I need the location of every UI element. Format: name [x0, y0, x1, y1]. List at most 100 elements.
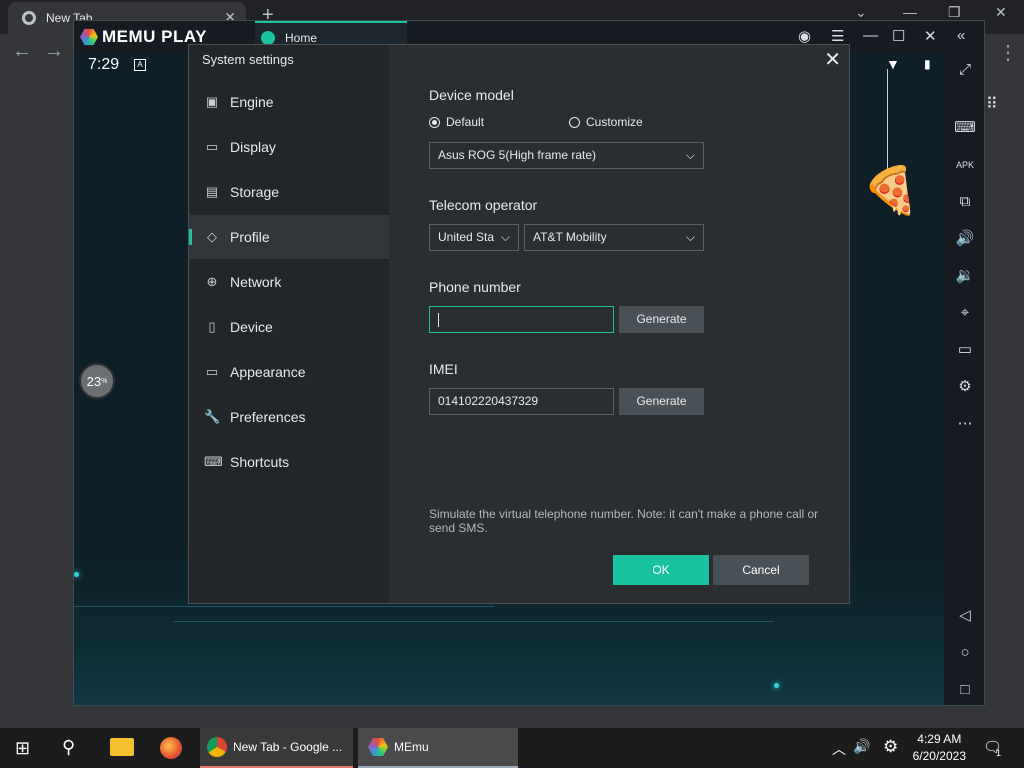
taskbar-memu-label: MEmu [394, 740, 429, 754]
apk-icon[interactable]: APK [954, 154, 976, 176]
disk-icon: ▤ [205, 184, 219, 199]
apps-grid-icon[interactable]: ⠿ [986, 94, 998, 114]
menu-label: Network [230, 274, 282, 290]
settings-menu-engine[interactable]: ▣ Engine [189, 80, 389, 124]
chevron-down-icon[interactable]: ⌄ [855, 4, 867, 21]
wallpaper-dot [774, 683, 779, 688]
dialog-title: System settings [202, 52, 294, 67]
keyboard-icon[interactable]: ⌨ [954, 117, 976, 139]
memu-logo-icon [80, 28, 98, 46]
radio-customize[interactable]: Customize [569, 115, 643, 129]
ok-button[interactable]: OK [613, 555, 709, 585]
chrome-icon [207, 737, 227, 757]
home-nav-icon[interactable]: ○ [954, 642, 976, 664]
radio-customize-label: Customize [586, 115, 643, 129]
globe-icon: ⊕ [206, 274, 218, 289]
text-cursor [438, 312, 439, 327]
chevron-down-icon: ⌵ [500, 230, 510, 244]
recents-nav-icon[interactable]: □ [954, 679, 976, 701]
menu-label: Profile [230, 229, 270, 245]
memu-sidebar: ⤢ ⌨ APK ⧉ 🔊 🔉 ⌖ ▭ ⚙ ⋯ ◁ ○ □ [944, 53, 984, 705]
settings-menu-device[interactable]: ▯ Device [189, 305, 389, 349]
country-value: United Sta [438, 230, 495, 244]
close-icon[interactable]: ✕ [824, 47, 841, 72]
search-icon[interactable]: ⚲ [62, 737, 75, 758]
menu-label: Appearance [230, 364, 306, 380]
settings-nav: System settings ▣ Engine ▭ Display ▤ Sto… [189, 45, 389, 603]
device-model-label: Device model [429, 87, 514, 103]
wallpaper-dot [74, 572, 79, 577]
imei-input[interactable]: 014102220437329 [429, 388, 614, 415]
cancel-button[interactable]: Cancel [713, 555, 809, 585]
country-select[interactable]: United Sta ⌵ [429, 224, 519, 251]
wifi-icon: ▼ [886, 56, 900, 72]
fullscreen-icon[interactable]: ⤢ [954, 59, 976, 81]
collapse-sidebar-icon[interactable]: « [957, 27, 965, 44]
windows-taskbar: ⊞ ⚲ New Tab - Google ... MEmu ︿ 🔊 4:29 A… [0, 728, 1024, 768]
operator-select[interactable]: AT&T Mobility ⌵ [524, 224, 704, 251]
restore-icon[interactable]: ❐ [948, 4, 961, 21]
location-icon[interactable]: ⌖ [954, 302, 976, 324]
pizza-string [887, 69, 888, 169]
volume-down-icon[interactable]: 🔉 [954, 265, 976, 287]
firefox-icon[interactable] [160, 737, 182, 759]
generate-phone-button[interactable]: Generate [619, 306, 704, 333]
more-menu-icon[interactable]: ⋮ [998, 40, 1018, 65]
forward-icon[interactable]: → [44, 40, 64, 63]
clock-time: 4:29 AM [917, 732, 962, 746]
window-icon: ▭ [205, 364, 219, 379]
back-icon[interactable]: ← [12, 40, 32, 63]
menu-icon[interactable]: ☰ [831, 27, 844, 45]
more-icon[interactable]: ⋯ [954, 413, 976, 435]
folder-icon[interactable]: ▭ [954, 339, 976, 361]
taskbar-memu[interactable]: MEmu [358, 728, 518, 768]
taskbar-chrome[interactable]: New Tab - Google ... [200, 728, 353, 768]
home-tab-icon [261, 31, 275, 45]
progress-indicator[interactable]: 23% [79, 363, 115, 399]
settings-menu-appearance[interactable]: ▭ Appearance [189, 350, 389, 394]
phone-note-text: Simulate the virtual telephone number. N… [429, 507, 819, 535]
phone-number-label: Phone number [429, 279, 521, 295]
device-model-select[interactable]: Asus ROG 5(High frame rate) ⌵ [429, 142, 704, 169]
phone-icon: ▯ [208, 319, 216, 334]
radio-default[interactable]: Default [429, 115, 484, 129]
volume-up-icon[interactable]: 🔊 [954, 228, 976, 250]
settings-menu-profile[interactable]: ◇ Profile [189, 215, 389, 259]
home-tab-label: Home [285, 31, 318, 45]
tag-icon: ◇ [207, 229, 217, 244]
menu-label: Storage [230, 184, 280, 200]
settings-menu-shortcuts[interactable]: ⌨ Shortcuts [189, 440, 389, 484]
chevron-down-icon: ⌵ [685, 148, 695, 162]
close-window-icon[interactable]: ✕ [995, 4, 1007, 21]
phone-number-input[interactable] [429, 306, 614, 333]
menu-label: Shortcuts [230, 454, 290, 470]
maximize-icon[interactable]: ☐ [892, 27, 905, 45]
taskbar-chrome-label: New Tab - Google ... [233, 740, 343, 754]
account-icon[interactable]: ◉ [798, 27, 811, 45]
device-model-value: Asus ROG 5(High frame rate) [438, 148, 597, 162]
operator-value: AT&T Mobility [533, 230, 607, 244]
system-settings-dialog: System settings ▣ Engine ▭ Display ▤ Sto… [188, 44, 850, 604]
settings-menu-storage[interactable]: ▤ Storage [189, 170, 389, 214]
file-explorer-icon[interactable] [110, 738, 134, 756]
settings-icon[interactable]: ⚙ [954, 376, 976, 398]
speaker-icon[interactable]: 🔊 [853, 738, 870, 755]
android-notification-icon: A [134, 59, 146, 71]
clock-date: 6/20/2023 [912, 749, 966, 763]
system-clock[interactable]: 4:29 AM 6/20/2023 [913, 731, 966, 765]
chevron-up-icon[interactable]: ︿ [832, 739, 846, 759]
windows-start-icon[interactable]: ⊞ [15, 738, 30, 759]
imei-label: IMEI [429, 361, 458, 377]
settings-menu-network[interactable]: ⊕ Network [189, 260, 389, 304]
settings-icon[interactable]: ⚙ [883, 737, 898, 757]
back-nav-icon[interactable]: ◁ [954, 605, 976, 627]
generate-imei-button[interactable]: Generate [619, 388, 704, 415]
settings-menu-display[interactable]: ▭ Display [189, 125, 389, 169]
menu-label: Device [230, 319, 273, 335]
pizza-app-icon[interactable]: 🍕 [862, 163, 919, 218]
close-window-icon[interactable]: ✕ [924, 27, 937, 45]
minimize-icon[interactable]: — [863, 27, 878, 44]
multi-instance-icon[interactable]: ⧉ [954, 191, 976, 213]
settings-menu-preferences[interactable]: 🔧 Preferences [189, 395, 389, 439]
minimize-icon[interactable]: — [903, 4, 917, 20]
